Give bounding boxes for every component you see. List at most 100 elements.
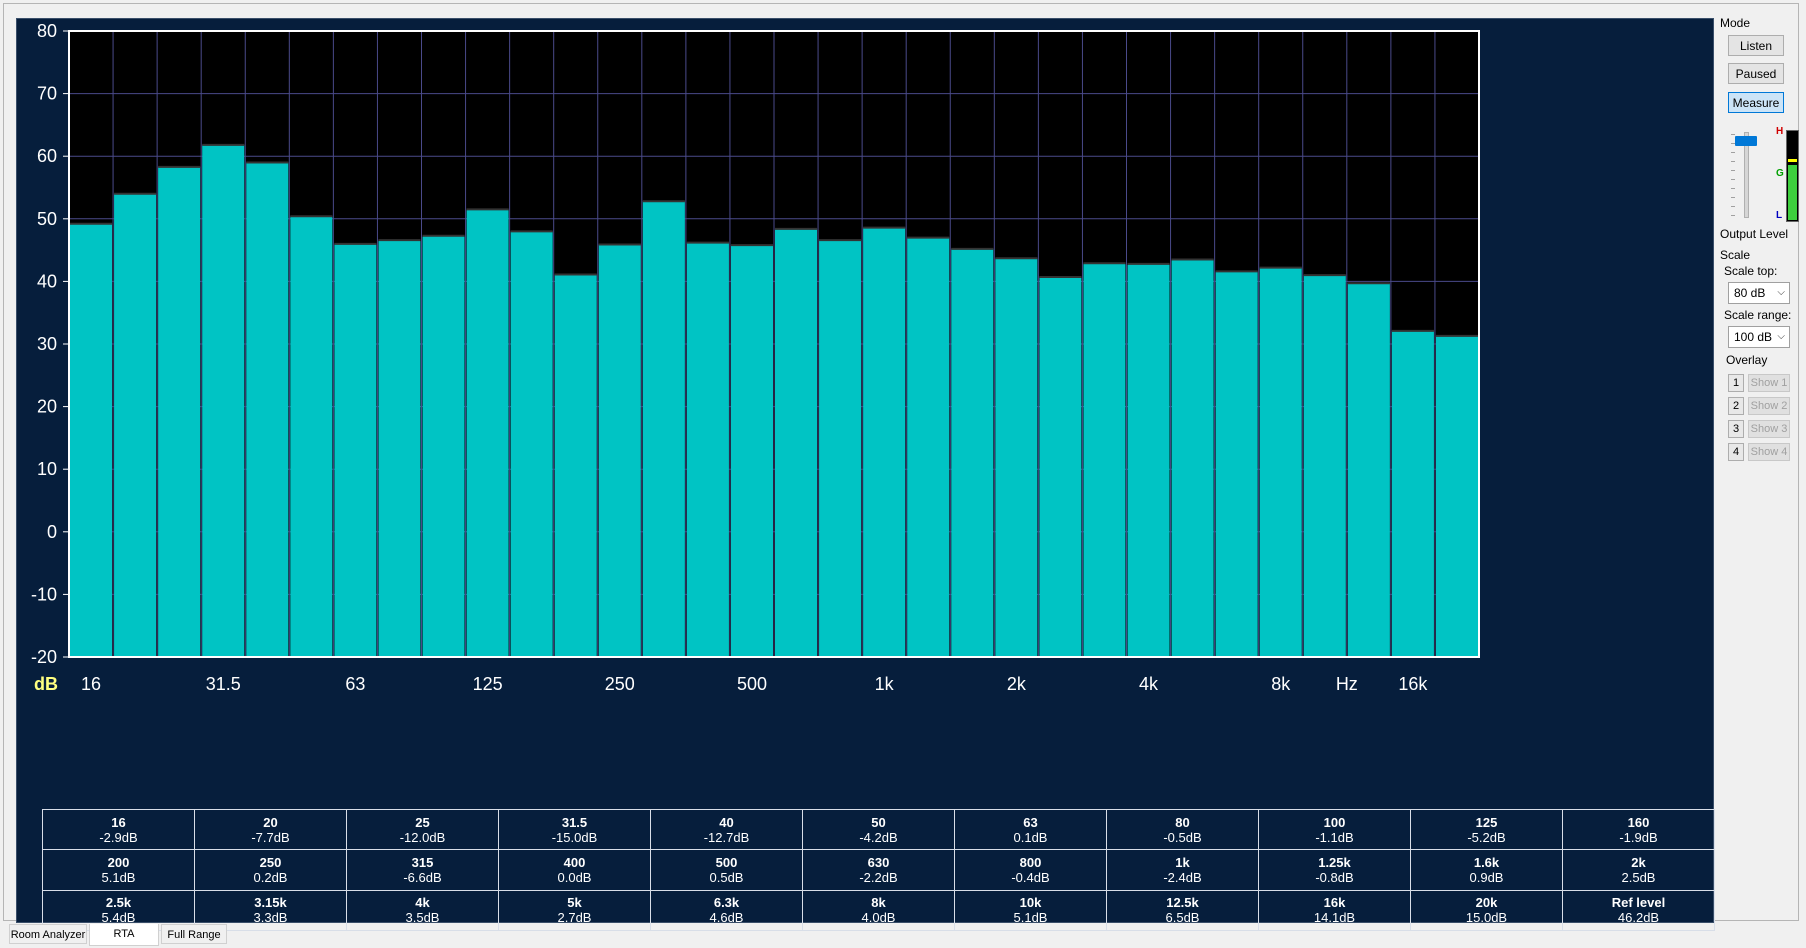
band-cell: 80 -0.5dB	[1106, 808, 1259, 851]
meter-bar	[1786, 130, 1799, 222]
tab-rta[interactable]: RTA	[89, 924, 159, 946]
band-cell: 160 -1.9dB	[1562, 808, 1715, 851]
bar	[1171, 259, 1214, 657]
band-cell: 4k 3.5dB	[346, 889, 499, 932]
bar	[202, 144, 245, 657]
band-value: 4.0dB	[861, 910, 896, 926]
band-cell: 630 -2.2dB	[802, 849, 955, 891]
band-value: -1.1dB	[1315, 829, 1354, 845]
band-value: -0.4dB	[1011, 869, 1050, 885]
band-name: 10k	[1019, 895, 1042, 911]
bar	[907, 237, 950, 657]
bar	[1215, 271, 1258, 657]
band-value: 15.0dB	[1465, 910, 1508, 926]
show-overlay-3-button[interactable]: Show 3	[1748, 420, 1790, 438]
band-name: 50	[871, 814, 886, 830]
x-tick-label: 125	[473, 674, 503, 694]
scale-top-label: Scale top:	[1724, 264, 1778, 278]
band-value: 4.6dB	[709, 910, 744, 926]
tab-full-range[interactable]: Full Range	[161, 924, 227, 944]
band-name: 31.5	[561, 814, 588, 830]
band-cell: 200 5.1dB	[42, 849, 195, 891]
show-overlay-1-button[interactable]: Show 1	[1748, 374, 1790, 392]
overlay-4-button[interactable]: 4	[1728, 443, 1744, 461]
band-name: 200	[107, 854, 130, 870]
x-tick-label: 1k	[875, 674, 895, 694]
band-value: -2.4dB	[1163, 869, 1202, 885]
slider-tick	[1731, 134, 1735, 135]
band-name: 100	[1323, 814, 1346, 830]
tab-room-analyzer[interactable]: Room Analyzer	[9, 924, 87, 944]
band-name: 1k	[1175, 854, 1190, 870]
band-name: 160	[1627, 814, 1650, 830]
bar	[995, 258, 1038, 657]
y-unit-label: dB	[34, 674, 58, 694]
overlay-2-button[interactable]: 2	[1728, 397, 1744, 415]
scale-range-select[interactable]: 100 dB ⌵	[1728, 326, 1790, 348]
band-cell: 20 -7.7dB	[194, 808, 347, 851]
band-cell: 315 -6.6dB	[346, 849, 499, 891]
band-name: 25	[415, 814, 430, 830]
band-value: -1.9dB	[1619, 829, 1658, 845]
y-tick-label: 80	[37, 21, 57, 41]
scale-top-value: 80 dB	[1734, 286, 1766, 300]
x-tick-label: 250	[605, 674, 635, 694]
overlay-1-button[interactable]: 1	[1728, 374, 1744, 392]
rta-chart: 80 70 60 50 40 30 20 10 0 -10 -20 16 31.5 63 125 250 500…	[31, 21, 1480, 694]
overlay-3-button[interactable]: 3	[1728, 420, 1744, 438]
bar	[775, 228, 818, 658]
meter-h-label: H	[1776, 126, 1784, 137]
band-value: 5.1dB	[1013, 910, 1048, 926]
slider-tick	[1731, 161, 1735, 162]
band-value: 0.2dB	[253, 869, 288, 885]
band-cell: 6.3k 4.6dB	[650, 889, 803, 932]
band-cell: 250 0.2dB	[194, 849, 347, 891]
y-tick-label: 70	[37, 84, 57, 104]
bar	[378, 240, 421, 658]
band-cell: 40 -12.7dB	[650, 808, 803, 851]
slider-tick	[1731, 179, 1735, 180]
paused-button[interactable]: Paused	[1728, 63, 1784, 84]
bar	[686, 242, 729, 657]
bar	[1347, 283, 1390, 657]
x-tick-label: 2k	[1007, 674, 1027, 694]
band-cell: 16k 14.1dB	[1258, 889, 1411, 932]
band-cell: 31.5 -15.0dB	[498, 808, 651, 851]
bar	[819, 240, 862, 658]
band-value: -6.6dB	[403, 869, 442, 885]
analyzer-window: 80 70 60 50 40 30 20 10 0 -10 -20 16 31.5 63 125 250 500…	[3, 3, 1799, 932]
measure-button[interactable]: Measure	[1728, 92, 1784, 113]
band-value: -0.5dB	[1163, 829, 1202, 845]
band-value: -2.9dB	[99, 829, 138, 845]
slider-thumb[interactable]	[1735, 135, 1757, 146]
band-value: 0.0dB	[557, 869, 592, 885]
scale-title: Scale	[1720, 248, 1751, 262]
band-cell: 8k 4.0dB	[802, 889, 955, 932]
band-cell: 2k 2.5dB	[1562, 849, 1715, 891]
band-value: -15.0dB	[551, 829, 598, 845]
y-tick-label: 0	[47, 522, 57, 542]
band-cell: 5k 2.7dB	[498, 889, 651, 932]
band-value: 0.1dB	[1013, 829, 1048, 845]
band-name: 20k	[1475, 895, 1498, 911]
bar	[1391, 330, 1434, 657]
bar	[1127, 263, 1170, 657]
y-tick-label: 10	[37, 459, 57, 479]
x-tick-label: 63	[345, 674, 365, 694]
band-name: 20	[263, 814, 278, 830]
show-overlay-2-button[interactable]: Show 2	[1748, 397, 1790, 415]
show-overlay-4-button[interactable]: Show 4	[1748, 443, 1790, 461]
listen-button[interactable]: Listen	[1728, 35, 1784, 56]
scale-top-select[interactable]: 80 dB ⌵	[1728, 282, 1790, 304]
band-name: 630	[867, 854, 890, 870]
band-name: 125	[1475, 814, 1498, 830]
y-tick-label: 60	[37, 146, 57, 166]
bar	[1039, 277, 1082, 657]
slider-tick	[1731, 215, 1735, 216]
meter-l-label: L	[1776, 210, 1783, 221]
slider-tick	[1731, 197, 1735, 198]
band-cell: 63 0.1dB	[954, 808, 1107, 851]
band-cell: 12.5k 6.5dB	[1106, 889, 1259, 932]
band-cell: 1.6k 0.9dB	[1410, 849, 1563, 891]
output-level-slider[interactable]	[1731, 130, 1761, 220]
